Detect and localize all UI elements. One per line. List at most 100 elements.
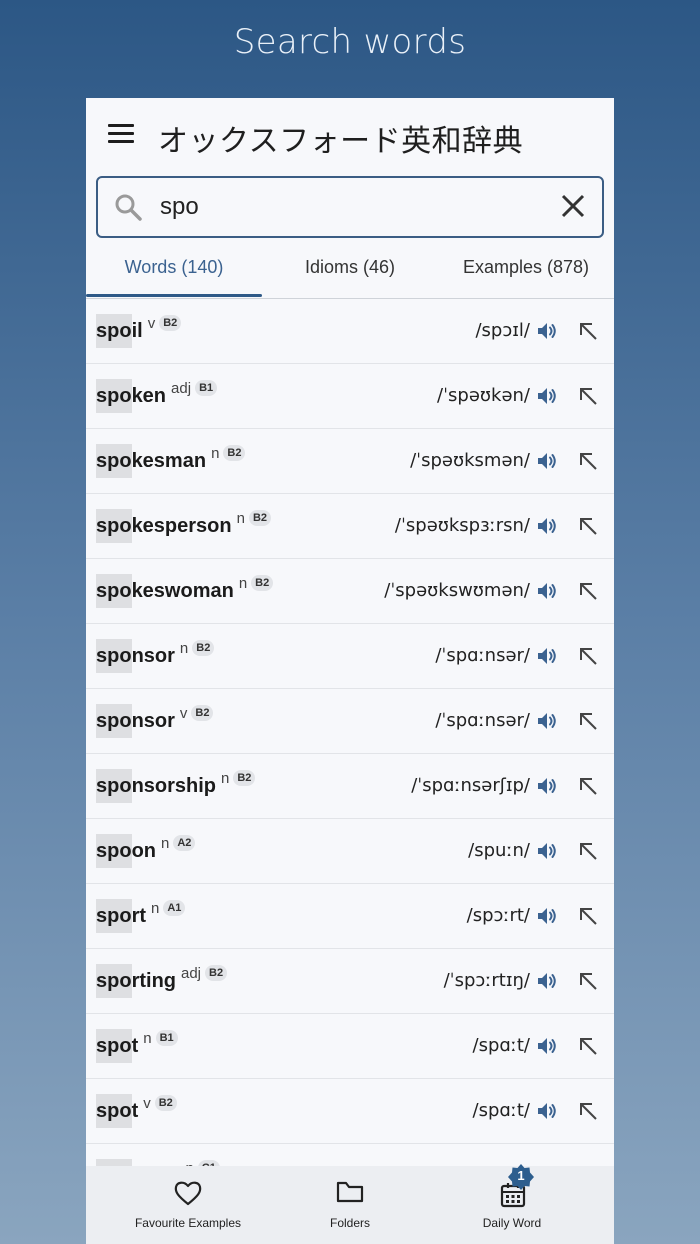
word-row[interactable]: sponsor n B2 /ˈspɑːnsər/ — [86, 624, 614, 689]
headword-text: sporting — [96, 963, 176, 998]
search-match-highlight: spo — [96, 313, 132, 348]
pronunciation: /ˈspɑːnsər/ — [435, 710, 530, 731]
tab-bar: Words (140) Idioms (46) Examples (878) — [86, 244, 614, 299]
nav-folders[interactable]: Folders — [300, 1166, 400, 1244]
tab-words[interactable]: Words (140) — [86, 244, 262, 298]
headword: sponsor n B2 — [96, 624, 215, 688]
tab-examples[interactable]: Examples (878) — [438, 244, 614, 298]
headword-rest: keswoman — [131, 579, 234, 602]
search-match-highlight: spo — [96, 768, 132, 803]
search-input[interactable] — [158, 189, 542, 225]
arrow-up-left-icon[interactable] — [578, 321, 598, 341]
cefr-level-badge: B2 — [159, 315, 182, 331]
headword-rest: kesperson — [131, 514, 232, 537]
cefr-level-badge: B1 — [155, 1030, 178, 1046]
headword: spoil v B2 — [96, 299, 182, 363]
arrow-up-left-icon[interactable] — [578, 711, 598, 731]
word-row[interactable]: sponsorship n B2 /ˈspɑːnsərʃɪp/ — [86, 754, 614, 819]
search-match-highlight: spo — [96, 1093, 132, 1128]
word-row[interactable]: spoil v B2 /spɔɪl/ — [86, 299, 614, 364]
search-match-highlight: spo — [96, 443, 132, 478]
headword-text: sponsorship — [96, 768, 217, 803]
pronunciation: /spɔɪl/ — [475, 320, 530, 341]
speaker-icon[interactable] — [536, 775, 558, 797]
pronunciation: /ˈspəʊkən/ — [437, 385, 530, 406]
pronunciation: /spɑːt/ — [472, 1035, 530, 1056]
speaker-icon[interactable] — [536, 515, 558, 537]
headword: spoken adj B1 — [96, 364, 218, 428]
arrow-up-left-icon[interactable] — [578, 776, 598, 796]
word-row[interactable]: spoon n A2 /spuːn/ — [86, 819, 614, 884]
part-of-speech: n — [151, 899, 160, 917]
pronunciation: /ˈspɑːnsər/ — [435, 645, 530, 666]
word-row[interactable]: spokesman n B2 /ˈspəʊksmən/ — [86, 429, 614, 494]
cefr-level-badge: A2 — [173, 835, 196, 851]
word-row[interactable]: spoken adj B1 /ˈspəʊkən/ — [86, 364, 614, 429]
hamburger-menu-icon[interactable] — [108, 124, 134, 144]
headword-text: spot — [96, 1028, 138, 1063]
search-match-highlight: spo — [96, 508, 132, 543]
search-match-highlight: spo — [96, 833, 132, 868]
bottom-navigation: Favourite Examples Folders Daily Word 1 — [86, 1164, 614, 1244]
close-icon[interactable] — [560, 193, 586, 219]
page-title: Search words — [233, 22, 467, 62]
cefr-level-badge: B2 — [223, 445, 246, 461]
pronunciation: /spuːn/ — [468, 840, 530, 861]
headword-rest: rt — [131, 904, 147, 927]
arrow-up-left-icon[interactable] — [578, 646, 598, 666]
speaker-icon[interactable] — [536, 320, 558, 342]
arrow-up-left-icon[interactable] — [578, 1036, 598, 1056]
pronunciation: /ˈspəʊksmən/ — [410, 450, 530, 471]
headword-text: spokesman — [96, 443, 206, 478]
word-row[interactable]: sport n A1 /spɔːrt/ — [86, 884, 614, 949]
speaker-icon[interactable] — [536, 1100, 558, 1122]
arrow-up-left-icon[interactable] — [578, 971, 598, 991]
pronunciation: /spɑːt/ — [472, 1100, 530, 1121]
speaker-icon[interactable] — [536, 710, 558, 732]
part-of-speech: adj — [181, 964, 202, 982]
speaker-icon[interactable] — [536, 385, 558, 407]
app-title: オックスフォード英和辞典 — [158, 124, 524, 159]
headword-rest: nsor — [131, 644, 175, 667]
cefr-level-badge: B2 — [191, 705, 214, 721]
headword: spot v B2 — [96, 1079, 177, 1143]
headword-rest: nsorship — [131, 774, 217, 797]
word-row[interactable]: spokesperson n B2 /ˈspəʊkspɜːrsn/ — [86, 494, 614, 559]
speaker-icon[interactable] — [536, 905, 558, 927]
arrow-up-left-icon[interactable] — [578, 1101, 598, 1121]
arrow-up-left-icon[interactable] — [578, 906, 598, 926]
heart-icon — [174, 1181, 202, 1206]
word-row[interactable]: spot n B1 /spɑːt/ — [86, 1014, 614, 1079]
speaker-icon[interactable] — [536, 1035, 558, 1057]
tab-idioms[interactable]: Idioms (46) — [262, 244, 438, 298]
speaker-icon[interactable] — [536, 970, 558, 992]
arrow-up-left-icon[interactable] — [578, 841, 598, 861]
arrow-up-left-icon[interactable] — [578, 386, 598, 406]
headword-rest: on — [131, 839, 156, 862]
headword-text: sponsor — [96, 703, 175, 738]
arrow-up-left-icon[interactable] — [578, 451, 598, 471]
nav-favourite-examples[interactable]: Favourite Examples — [116, 1166, 260, 1244]
speaker-icon[interactable] — [536, 645, 558, 667]
word-row[interactable]: sporting adj B2 /ˈspɔːrtɪŋ/ — [86, 949, 614, 1014]
headword: spoon n A2 — [96, 819, 196, 883]
arrow-up-left-icon[interactable] — [578, 581, 598, 601]
pronunciation: /ˈspɑːnsərʃɪp/ — [411, 775, 530, 796]
headword-text: spoken — [96, 378, 167, 413]
speaker-icon[interactable] — [536, 840, 558, 862]
search-match-highlight: spo — [96, 1028, 132, 1063]
pronunciation: /ˈspəʊkswʊmən/ — [384, 580, 530, 601]
speaker-icon[interactable] — [536, 580, 558, 602]
search-box[interactable] — [96, 176, 604, 238]
word-row[interactable]: spot v B2 /spɑːt/ — [86, 1079, 614, 1144]
arrow-up-left-icon[interactable] — [578, 516, 598, 536]
speaker-icon[interactable] — [536, 450, 558, 472]
word-row[interactable]: sponsor v B2 /ˈspɑːnsər/ — [86, 689, 614, 754]
search-match-highlight: spo — [96, 963, 132, 998]
search-match-highlight: spo — [96, 638, 132, 673]
part-of-speech: v — [143, 1094, 151, 1112]
headword-rest: ken — [131, 384, 167, 407]
headword: sport n A1 — [96, 884, 186, 948]
word-row[interactable]: spokeswoman n B2 /ˈspəʊkswʊmən/ — [86, 559, 614, 624]
headword: sporting adj B2 — [96, 949, 228, 1013]
